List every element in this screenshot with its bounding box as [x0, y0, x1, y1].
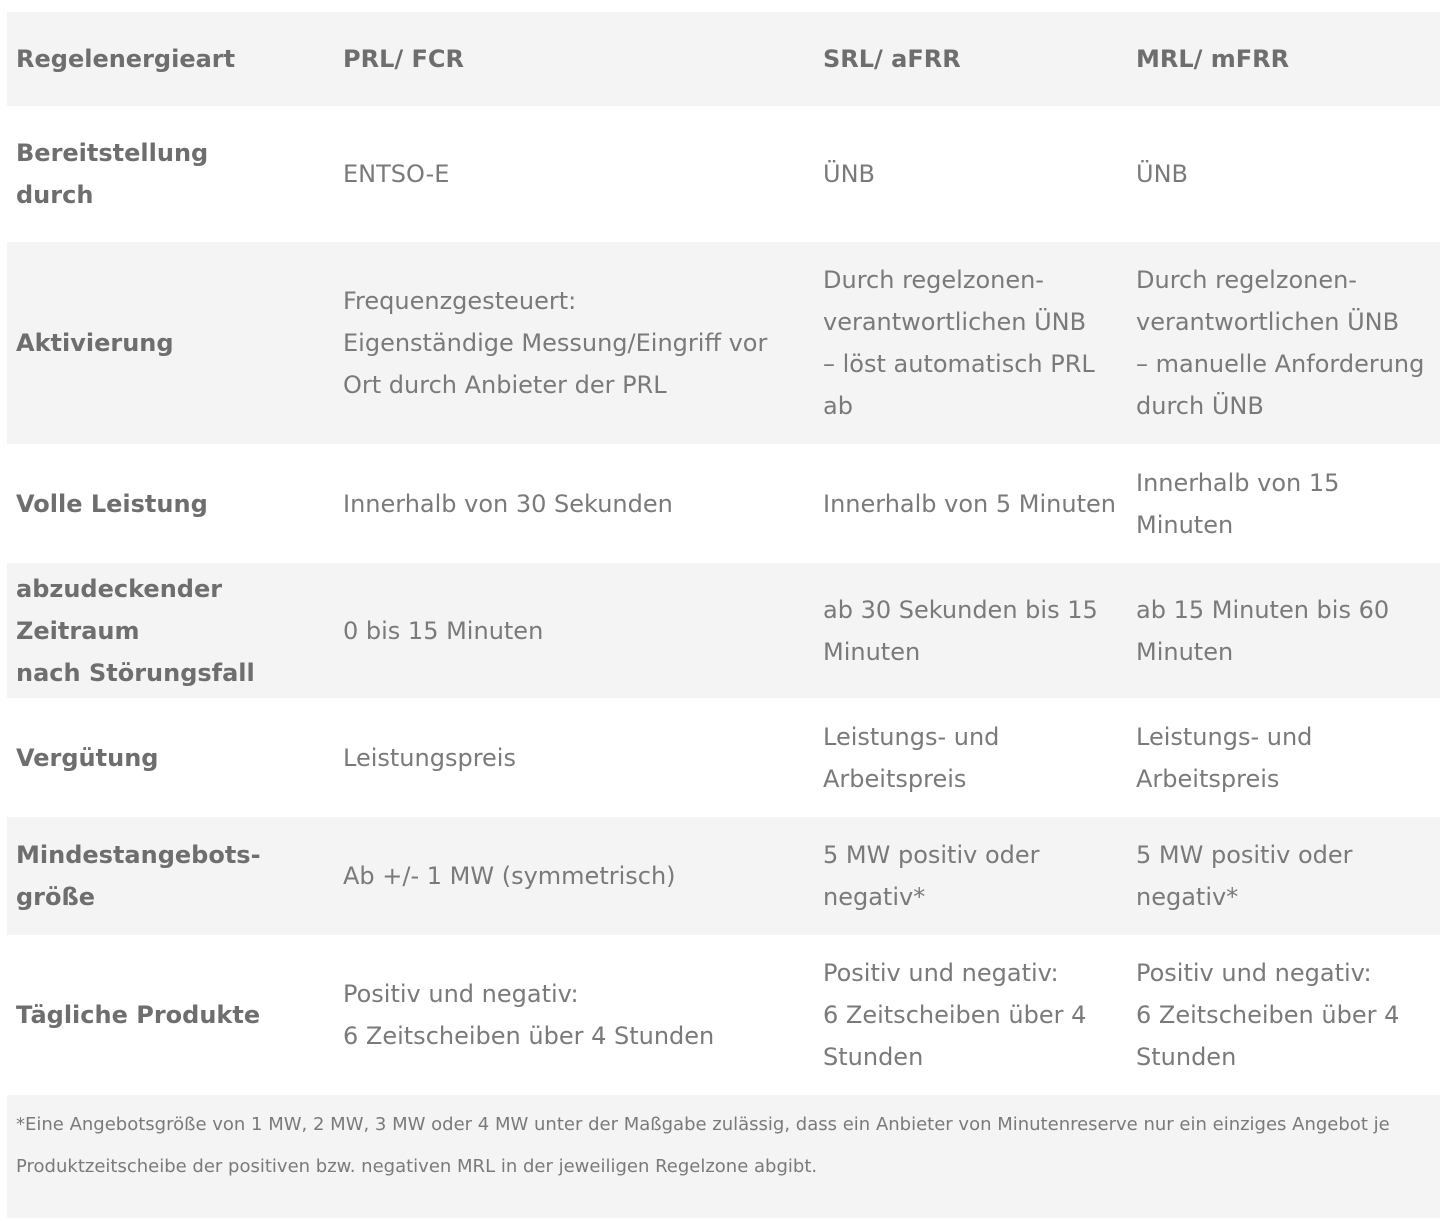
footnote: *Eine Angebotsgröße von 1 MW, 2 MW, 3 MW…: [7, 1095, 1440, 1218]
cell-mrl: Positiv und negativ: 6 Zeitscheiben über…: [1136, 959, 1400, 1071]
cell-prl: ENTSO-E: [343, 160, 450, 188]
cell-mrl: ab 15 Minuten bis 60 Minuten: [1136, 595, 1390, 666]
cell-srl: Positiv und negativ: 6 Zeitscheiben über…: [823, 959, 1087, 1071]
cell-prl: Innerhalb von 30 Sekunden: [343, 489, 673, 518]
cell-prl: 0 bis 15 Minuten: [343, 616, 544, 645]
cell-mrl: 5 MW positiv oder negativ*: [1136, 841, 1353, 911]
table-header-row: Regelenergieart PRL/ FCR SRL/ aFRR MRL/ …: [7, 12, 1440, 106]
row-label-taegliche-produkte: Tägliche Produkte: [16, 1001, 261, 1029]
cell-srl: Innerhalb von 5 Minuten: [823, 489, 1116, 518]
cell-srl: ab 30 Sekunden bis 15 Minuten: [823, 595, 1098, 666]
cell-srl: Leistungs- und Arbeitspreis: [823, 722, 1000, 793]
table-row: abzudeckender Zeitraum nach Störungsfall…: [7, 563, 1440, 698]
cell-srl: Durch regelzonen- verantwortlichen ÜNB –…: [823, 266, 1095, 420]
row-label-zeitraum: abzudeckender Zeitraum nach Störungsfall: [16, 574, 255, 687]
cell-prl: Frequenzgesteuert: Eigenständige Messung…: [343, 287, 768, 399]
row-label-aktivierung: Aktivierung: [16, 329, 174, 357]
table-row: Tägliche Produkte Positiv und negativ: 6…: [7, 935, 1440, 1095]
cell-prl: Positiv und negativ: 6 Zeitscheiben über…: [343, 980, 715, 1050]
cell-mrl: Leistungs- und Arbeitspreis: [1136, 722, 1313, 793]
header-regelenergieart: Regelenergieart: [16, 45, 236, 73]
cell-mrl: Innerhalb von 15 Minuten: [1136, 468, 1340, 539]
cell-srl: 5 MW positiv oder negativ*: [823, 841, 1040, 911]
header-prl-fcr: PRL/ FCR: [343, 45, 464, 73]
table-row: Aktivierung Frequenzgesteuert: Eigenstän…: [7, 242, 1440, 444]
header-mrl-mfrr: MRL/ mFRR: [1136, 45, 1290, 73]
row-label-volle-leistung: Volle Leistung: [16, 489, 208, 518]
cell-prl: Leistungspreis: [343, 743, 516, 772]
row-label-verguetung: Vergütung: [16, 743, 159, 772]
cell-mrl: Durch regelzonen- verantwortlichen ÜNB –…: [1136, 266, 1425, 420]
header-srl-afrr: SRL/ aFRR: [823, 45, 961, 73]
table-row: Vergütung Leistungspreis Leistungs- und …: [7, 698, 1440, 817]
row-label-mindestangebot: Mindestangebots-größe: [16, 841, 261, 911]
table-row: Volle Leistung Innerhalb von 30 Sekunden…: [7, 444, 1440, 563]
cell-srl: ÜNB: [823, 160, 875, 188]
table-row: Bereitstellung durch ENTSO-E ÜNB ÜNB: [7, 106, 1440, 242]
table-row: Mindestangebots-größe Ab +/- 1 MW (symme…: [7, 817, 1440, 935]
cell-mrl: ÜNB: [1136, 160, 1188, 188]
cell-prl: Ab +/- 1 MW (symmetrisch): [343, 862, 676, 890]
row-label-bereitstellung: Bereitstellung durch: [16, 139, 209, 209]
regelenergie-comparison-table: Regelenergieart PRL/ FCR SRL/ aFRR MRL/ …: [7, 12, 1440, 1218]
